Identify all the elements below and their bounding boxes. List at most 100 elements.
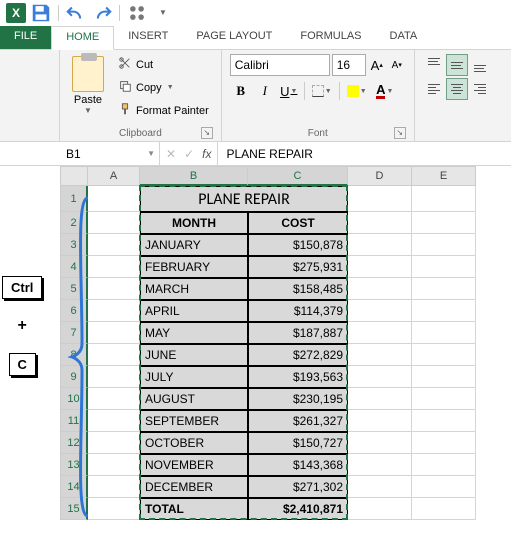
cell[interactable] xyxy=(348,212,412,234)
cut-button[interactable]: Cut xyxy=(114,54,213,75)
cell[interactable] xyxy=(412,388,476,410)
col-header-E[interactable]: E xyxy=(412,166,476,186)
cell[interactable]: FEBRUARY xyxy=(140,256,248,278)
cancel-icon[interactable]: ✕ xyxy=(166,147,176,161)
cell[interactable]: $272,829 xyxy=(248,344,348,366)
font-name-input[interactable] xyxy=(230,54,330,76)
cell[interactable] xyxy=(412,186,476,212)
cell[interactable] xyxy=(412,366,476,388)
cell[interactable]: MAY xyxy=(140,322,248,344)
cell[interactable] xyxy=(348,410,412,432)
cell[interactable]: DECEMBER xyxy=(140,476,248,498)
cell[interactable]: $230,195 xyxy=(248,388,348,410)
dialog-launcher-icon[interactable]: ↘ xyxy=(394,127,406,139)
tab-file[interactable]: FILE xyxy=(0,26,51,49)
col-header-C[interactable]: C xyxy=(248,166,348,186)
fill-color-button[interactable]: ▼ xyxy=(344,80,370,102)
cell[interactable] xyxy=(412,454,476,476)
cell[interactable] xyxy=(348,300,412,322)
cell[interactable] xyxy=(348,476,412,498)
tab-insert[interactable]: INSERT xyxy=(114,26,182,49)
italic-button[interactable]: I xyxy=(254,80,276,102)
touch-mode-icon[interactable] xyxy=(126,2,148,24)
col-header-D[interactable]: D xyxy=(348,166,412,186)
cell[interactable]: $158,485 xyxy=(248,278,348,300)
cell[interactable]: JULY xyxy=(140,366,248,388)
tab-home[interactable]: HOME xyxy=(51,26,114,50)
cell[interactable] xyxy=(412,234,476,256)
cell[interactable] xyxy=(412,498,476,520)
cell[interactable] xyxy=(348,256,412,278)
cell[interactable] xyxy=(348,432,412,454)
cell[interactable] xyxy=(88,432,140,454)
cell[interactable]: $150,727 xyxy=(248,432,348,454)
cell[interactable] xyxy=(88,366,140,388)
cell[interactable] xyxy=(412,322,476,344)
spreadsheet-grid[interactable]: A B C D E 1PLANE REPAIR2MONTHCOST3JANUAR… xyxy=(60,166,476,520)
cell[interactable]: COST xyxy=(248,212,348,234)
cell[interactable] xyxy=(88,476,140,498)
bold-button[interactable]: B xyxy=(230,80,252,102)
cell[interactable] xyxy=(412,256,476,278)
paste-button[interactable]: Paste ▼ xyxy=(68,54,108,126)
col-header-B[interactable]: B xyxy=(140,166,248,186)
tab-page-layout[interactable]: PAGE LAYOUT xyxy=(182,26,286,49)
dialog-launcher-icon[interactable]: ↘ xyxy=(201,127,213,139)
cell[interactable] xyxy=(412,476,476,498)
cell[interactable]: $143,368 xyxy=(248,454,348,476)
cell[interactable] xyxy=(88,498,140,520)
cell[interactable] xyxy=(348,454,412,476)
align-middle-button[interactable] xyxy=(446,54,468,76)
borders-button[interactable]: ▼ xyxy=(309,80,335,102)
align-left-button[interactable] xyxy=(423,78,445,100)
save-icon[interactable] xyxy=(30,2,52,24)
cell[interactable]: $271,302 xyxy=(248,476,348,498)
cell[interactable] xyxy=(88,256,140,278)
redo-icon[interactable] xyxy=(91,2,113,24)
cell[interactable] xyxy=(412,300,476,322)
cell[interactable]: AUGUST xyxy=(140,388,248,410)
cell[interactable]: $2,410,871 xyxy=(248,498,348,520)
cell[interactable] xyxy=(412,212,476,234)
cell[interactable]: $187,887 xyxy=(248,322,348,344)
fx-icon[interactable]: fx xyxy=(202,147,211,161)
align-bottom-button[interactable] xyxy=(469,54,491,76)
title-cell[interactable]: PLANE REPAIR xyxy=(140,186,348,212)
font-color-button[interactable]: A▼ xyxy=(372,80,398,102)
cell[interactable]: $150,878 xyxy=(248,234,348,256)
cell[interactable] xyxy=(412,432,476,454)
decrease-font-button[interactable]: A▾ xyxy=(388,54,406,76)
align-center-button[interactable] xyxy=(446,78,468,100)
cell[interactable] xyxy=(348,278,412,300)
cell[interactable]: NOVEMBER xyxy=(140,454,248,476)
cell[interactable] xyxy=(412,278,476,300)
cell[interactable] xyxy=(88,322,140,344)
cell[interactable] xyxy=(88,388,140,410)
align-right-button[interactable] xyxy=(469,78,491,100)
col-header-A[interactable]: A xyxy=(88,166,140,186)
underline-button[interactable]: U▼ xyxy=(278,80,300,102)
cell[interactable] xyxy=(88,410,140,432)
align-top-button[interactable] xyxy=(423,54,445,76)
copy-button[interactable]: Copy ▼ xyxy=(114,77,213,98)
cell[interactable] xyxy=(88,300,140,322)
cell[interactable] xyxy=(88,454,140,476)
undo-icon[interactable] xyxy=(65,2,87,24)
cell[interactable]: TOTAL xyxy=(140,498,248,520)
cell[interactable] xyxy=(88,278,140,300)
formula-input[interactable]: PLANE REPAIR xyxy=(218,142,511,165)
name-box[interactable]: B1 ▼ xyxy=(60,142,160,165)
cell[interactable]: SEPTEMBER xyxy=(140,410,248,432)
cell[interactable] xyxy=(88,234,140,256)
cell[interactable] xyxy=(348,186,412,212)
select-all-corner[interactable] xyxy=(60,166,88,186)
increase-font-button[interactable]: A▴ xyxy=(368,54,386,76)
enter-icon[interactable]: ✓ xyxy=(184,147,194,161)
cell[interactable]: APRIL xyxy=(140,300,248,322)
cell[interactable]: MONTH xyxy=(140,212,248,234)
cell[interactable]: $193,563 xyxy=(248,366,348,388)
cell[interactable]: $261,327 xyxy=(248,410,348,432)
tab-formulas[interactable]: FORMULAS xyxy=(286,26,375,49)
cell[interactable]: JANUARY xyxy=(140,234,248,256)
cell[interactable]: OCTOBER xyxy=(140,432,248,454)
